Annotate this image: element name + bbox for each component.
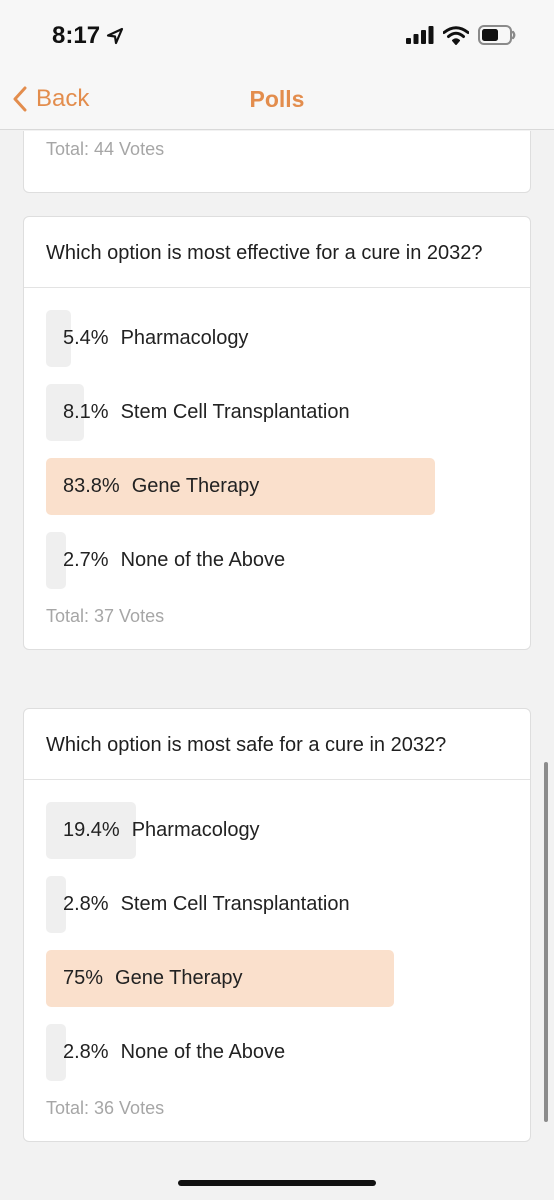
poll-card: Which option is most safe for a cure in … [23,708,531,1142]
poll-option-percent: 75% [63,967,104,989]
poll-option[interactable]: 75% Gene Therapy [46,950,508,1007]
status-icons [406,25,516,45]
poll-option[interactable]: 5.4% Pharmacology [46,310,508,367]
status-time: 8:17 [52,22,124,50]
poll-option-label: None of the Above [120,549,286,571]
poll-options: 19.4% Pharmacology 2.8% Stem Cell Transp… [24,780,530,1081]
poll-option[interactable]: 2.8% None of the Above [46,1024,508,1081]
cellular-signal-icon [406,26,434,44]
clock-text: 8:17 [52,22,101,49]
poll-option-percent: 19.4% [63,819,120,841]
poll-option-label: Pharmacology [131,819,260,841]
poll-option-percent: 83.8% [63,475,120,497]
poll-option-percent: 2.8% [63,1041,109,1063]
poll-option-label: Gene Therapy [115,967,243,989]
poll-question: Which option is most safe for a cure in … [24,709,530,780]
wifi-icon [443,25,469,45]
poll-option-percent: 5.4% [63,327,109,349]
poll-option-label: None of the Above [120,1041,286,1063]
poll-option[interactable]: 2.8% Stem Cell Transplantation [46,876,508,933]
location-arrow-icon [106,27,124,45]
poll-card: Which option is most effective for a cur… [23,216,531,650]
poll-option[interactable]: 8.1% Stem Cell Transplantation [46,384,508,441]
poll-total: Total: 37 Votes [46,606,165,626]
poll-option[interactable]: 2.7% None of the Above [46,532,508,589]
page-title: Polls [249,86,305,112]
poll-question: Which option is most effective for a cur… [24,217,530,288]
scrollbar[interactable] [544,762,548,1122]
battery-icon [478,25,516,45]
status-bar: 8:17 [0,0,554,72]
navigation-bar: Back Polls [0,72,554,130]
poll-option-percent: 8.1% [63,401,109,423]
poll-card-previous: Total: 44 Votes [23,131,531,193]
poll-option-label: Stem Cell Transplantation [120,893,350,915]
poll-option-label: Stem Cell Transplantation [120,401,350,423]
poll-option-label: Pharmacology [120,327,249,349]
poll-option-percent: 2.8% [63,893,109,915]
poll-option-label: Gene Therapy [131,475,260,497]
home-indicator[interactable] [178,1180,376,1186]
poll-total: Total: 36 Votes [46,1098,165,1118]
poll-option[interactable]: 83.8% Gene Therapy [46,458,508,515]
poll-option[interactable]: 19.4% Pharmacology [46,802,508,859]
poll-total: Total: 44 Votes [46,139,165,159]
polls-list[interactable]: Total: 44 Votes Which option is most eff… [0,131,554,1200]
poll-options: 5.4% Pharmacology 8.1% Stem Cell Transpl… [24,288,530,589]
poll-option-percent: 2.7% [63,549,109,571]
